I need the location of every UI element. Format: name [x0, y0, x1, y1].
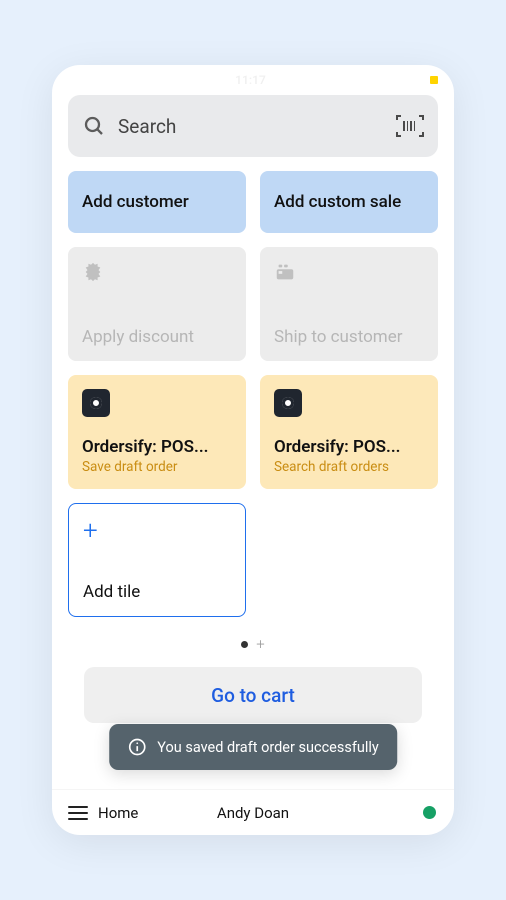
status-bar: 11:17	[52, 65, 454, 95]
ship-icon	[274, 261, 296, 283]
discount-icon	[82, 261, 104, 283]
add-tile-button[interactable]: + Add tile	[68, 503, 246, 617]
plus-icon: +	[83, 518, 98, 544]
empty-slot	[260, 503, 438, 617]
page-dot-active	[241, 641, 248, 648]
search-bar[interactable]: Search	[68, 95, 438, 157]
tile-grid: Add customer Add custom sale Apply disco…	[68, 171, 438, 617]
cart-button-label: Go to cart	[211, 684, 295, 707]
ordersify-search-drafts-tile[interactable]: Ordersify: POS... Search draft orders	[260, 375, 438, 489]
tile-label: Add tile	[83, 582, 140, 602]
ordersify-app-icon	[82, 389, 110, 417]
status-right	[430, 76, 438, 84]
tile-label: Ship to customer	[274, 327, 402, 347]
go-to-cart-button[interactable]: Go to cart	[84, 667, 422, 723]
status-time: 11:17	[235, 73, 266, 87]
tile-grid-area: Add customer Add custom sale Apply disco…	[52, 171, 454, 771]
search-icon	[82, 114, 106, 138]
search-input[interactable]: Search	[118, 115, 384, 138]
menu-icon[interactable]	[68, 806, 88, 820]
add-custom-sale-tile[interactable]: Add custom sale	[260, 171, 438, 233]
online-status-indicator	[423, 806, 436, 819]
tile-label: Apply discount	[82, 327, 194, 347]
tile-label: Add customer	[82, 192, 189, 212]
tile-title: Ordersify: POS...	[274, 437, 424, 457]
tile-subtitle: Search draft orders	[274, 459, 424, 475]
add-customer-tile[interactable]: Add customer	[68, 171, 246, 233]
tile-label: Add custom sale	[274, 192, 401, 212]
add-page-icon[interactable]: +	[256, 635, 264, 653]
info-icon	[127, 737, 147, 757]
tile-title: Ordersify: POS...	[82, 437, 232, 457]
home-label[interactable]: Home	[98, 804, 138, 822]
barcode-scan-icon[interactable]	[396, 115, 424, 137]
apply-discount-tile[interactable]: Apply discount	[68, 247, 246, 361]
ship-to-customer-tile[interactable]: Ship to customer	[260, 247, 438, 361]
bottom-bar: Home Andy Doan	[52, 789, 454, 835]
ordersify-save-draft-tile[interactable]: Ordersify: POS... Save draft order	[68, 375, 246, 489]
app-frame: 11:17 Search Add customer Add custom	[52, 65, 454, 835]
ordersify-app-icon	[274, 389, 302, 417]
toast-message: You saved draft order successfully	[157, 739, 379, 756]
carrier-label	[68, 73, 71, 87]
user-name[interactable]: Andy Doan	[217, 804, 289, 822]
tile-subtitle: Save draft order	[82, 459, 232, 475]
page-indicator: +	[68, 635, 438, 653]
battery-indicator	[430, 76, 438, 84]
toast-notification: You saved draft order successfully	[109, 724, 397, 770]
